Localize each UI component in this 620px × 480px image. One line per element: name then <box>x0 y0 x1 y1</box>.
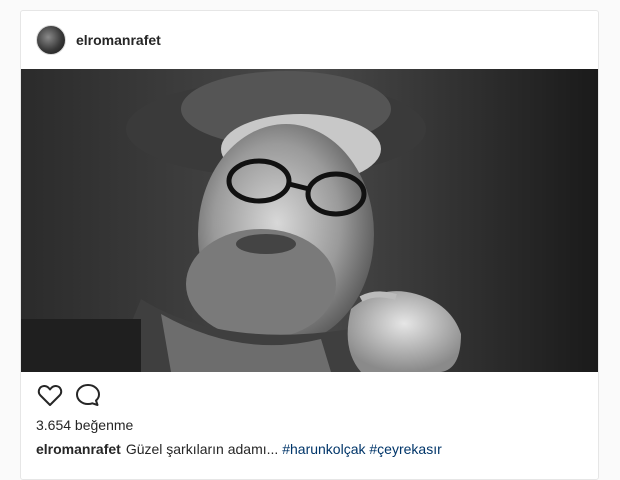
hashtag-link[interactable]: #harunkolçak <box>282 441 365 457</box>
comment-bubble-icon[interactable] <box>75 383 101 407</box>
post-photo[interactable] <box>21 69 598 372</box>
post-caption: elromanrafet Güzel şarkıların adamı... #h… <box>36 441 442 457</box>
hashtag-link[interactable]: #çeyrekasır <box>369 441 441 457</box>
avatar[interactable] <box>36 25 66 55</box>
post-header: elromanrafet <box>21 11 598 69</box>
heart-outline-icon[interactable] <box>37 383 63 407</box>
post-card: elromanrafet 3.654 beğenme elromanrafet … <box>20 10 599 480</box>
caption-text: Güzel şarkıların adamı... <box>125 441 279 457</box>
like-count[interactable]: 3.654 beğenme <box>36 417 133 433</box>
post-username[interactable]: elromanrafet <box>76 32 161 48</box>
caption-username[interactable]: elromanrafet <box>36 441 121 457</box>
post-actions <box>37 383 101 407</box>
portrait-photo <box>21 69 598 372</box>
